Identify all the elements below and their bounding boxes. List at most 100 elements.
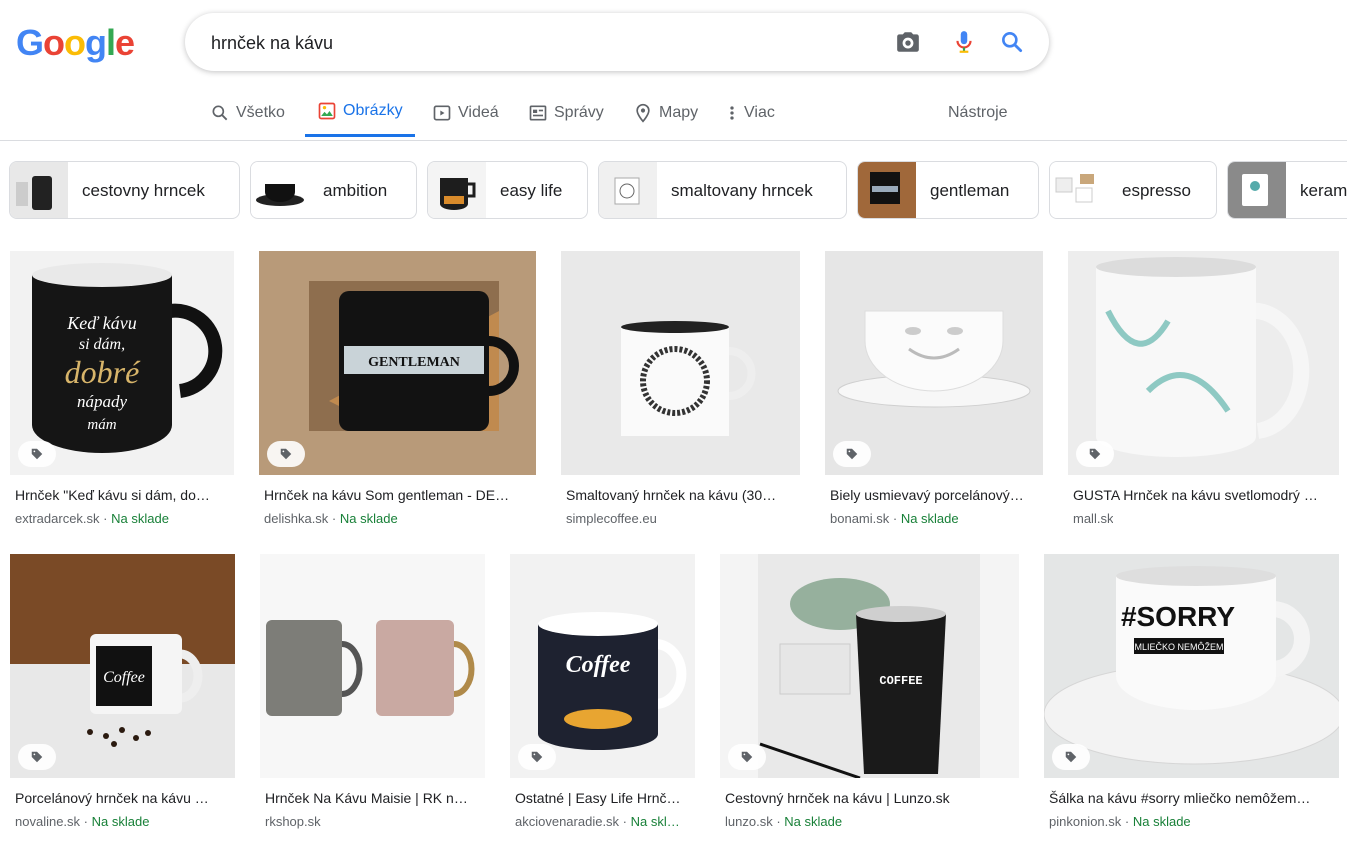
chip-easy-life[interactable]: easy life	[427, 161, 588, 219]
shopping-tag-icon	[1076, 441, 1114, 467]
search-tabs: Všetko Obrázky Videá Správy Mapy Viac Ná…	[0, 88, 1347, 141]
mug-text: dobré	[65, 354, 141, 390]
result-title[interactable]: Hrnček Na Kávu Maisie | RK n…	[265, 790, 481, 806]
logo-letter: G	[16, 22, 44, 63]
result-card[interactable]: GUSTA Hrnček na kávu svetlomodrý … mall.…	[1068, 251, 1340, 531]
tab-videos[interactable]: Videá	[432, 88, 499, 138]
tab-news[interactable]: Správy	[528, 88, 604, 138]
result-card[interactable]: Biely usmievavý porcelánový… bonami.sk ·…	[825, 251, 1045, 531]
tools-button[interactable]: Nástroje	[948, 88, 1008, 138]
mug-text: si dám,	[79, 336, 125, 353]
result-source: akciovenaradie.sk	[515, 814, 620, 829]
play-icon	[433, 105, 451, 121]
chip-keram[interactable]: keram	[1227, 161, 1347, 219]
mug-text: Keď kávu	[66, 313, 136, 333]
logo-letter: o	[43, 22, 65, 63]
result-title[interactable]: Šálka na kávu #sorry mliečko nemôžem…	[1049, 790, 1337, 806]
chip-label: easy life	[500, 181, 563, 200]
camera-icon[interactable]	[895, 29, 921, 55]
chip-label: gentleman	[930, 181, 1010, 200]
result-card[interactable]: Coffee Porcelánový hrnček na kávu … nova…	[10, 554, 236, 834]
result-meta: extradarcek.sk · Na sklade	[15, 511, 169, 526]
result-meta: mall.sk	[1073, 511, 1113, 526]
stock-status: Na sklade	[900, 511, 959, 526]
related-searches-chips: cestovny hrncek ambition easy life smalt…	[0, 161, 1347, 221]
search-icon[interactable]	[999, 29, 1025, 55]
tab-maps[interactable]: Mapy	[633, 88, 698, 138]
chip-thumbnail	[251, 162, 309, 218]
logo-letter: e	[115, 22, 135, 63]
tab-images[interactable]: Obrázky	[305, 88, 415, 137]
result-card[interactable]: Hrnček Na Kávu Maisie | RK n… rkshop.sk	[260, 554, 486, 834]
stock-status: Na sklade	[784, 814, 843, 829]
search-input[interactable]	[209, 27, 853, 59]
chip-thumbnail	[858, 162, 916, 218]
tab-more[interactable]: Viac	[726, 88, 775, 138]
result-card[interactable]: Coffee Ostatné | Easy Life Hrnč… akciove…	[510, 554, 696, 834]
result-image[interactable]	[260, 554, 485, 778]
result-meta: delishka.sk · Na sklade	[264, 511, 398, 526]
shopping-tag-icon	[18, 441, 56, 467]
result-image[interactable]	[1068, 251, 1339, 475]
chip-espresso[interactable]: espresso	[1049, 161, 1217, 219]
result-title[interactable]: Porcelánový hrnček na kávu …	[15, 790, 231, 806]
result-image[interactable]: #SORRY MLIEČKO NEMÔŽEM	[1044, 554, 1339, 778]
chip-label: cestovny hrncek	[82, 181, 205, 200]
chip-gentleman[interactable]: gentleman	[857, 161, 1039, 219]
tab-label: Správy	[554, 104, 604, 121]
chip-smaltovany-hrncek[interactable]: smaltovany hrncek	[598, 161, 847, 219]
microphone-icon[interactable]	[951, 29, 977, 55]
shopping-tag-icon	[1052, 744, 1090, 770]
result-image[interactable]	[561, 251, 800, 475]
tab-label: Obrázky	[343, 102, 403, 119]
result-card[interactable]: COFFEE Cestovný hrnček na kávu | Lunzo.s…	[720, 554, 1020, 834]
result-meta: akciovenaradie.sk · Na skl…	[515, 814, 695, 829]
map-pin-icon	[636, 103, 650, 123]
shopping-tag-icon	[267, 441, 305, 467]
result-source: extradarcek.sk	[15, 511, 100, 526]
news-icon	[529, 105, 547, 121]
result-card[interactable]: Keď kávu si dám, dobré nápady mám Hrnček…	[10, 251, 236, 531]
chip-label: espresso	[1122, 181, 1191, 200]
result-source: bonami.sk	[830, 511, 890, 526]
mug-text: Coffee	[103, 669, 145, 686]
result-meta: lunzo.sk · Na sklade	[725, 814, 842, 829]
result-title[interactable]: Hrnček "Keď kávu si dám, do…	[15, 487, 231, 503]
chip-cestovny-hrncek[interactable]: cestovny hrncek	[9, 161, 240, 219]
meta-separator: ·	[889, 511, 901, 526]
tools-label: Nástroje	[948, 104, 1008, 121]
tab-label: Videá	[458, 104, 499, 121]
result-title[interactable]: Hrnček na kávu Som gentleman - DE…	[264, 487, 532, 503]
result-meta: pinkonion.sk · Na sklade	[1049, 814, 1191, 829]
result-card[interactable]: GENTLEMAN Hrnček na kávu Som gentleman -…	[259, 251, 537, 531]
result-source: mall.sk	[1073, 511, 1114, 526]
chip-ambition[interactable]: ambition	[250, 161, 417, 219]
shopping-tag-icon	[518, 744, 556, 770]
mug-text: Coffee	[566, 652, 631, 678]
chip-label: keram	[1300, 181, 1347, 200]
mug-text: #SORRY	[1121, 601, 1235, 632]
result-card[interactable]: Smaltovaný hrnček na kávu (30… simplecof…	[561, 251, 801, 531]
result-image[interactable]: GENTLEMAN	[259, 251, 536, 475]
chip-thumbnail	[1228, 162, 1286, 218]
result-meta: novaline.sk · Na sklade	[15, 814, 149, 829]
shopping-tag-icon	[728, 744, 766, 770]
mug-text: nápady	[77, 392, 128, 411]
shopping-tag-icon	[833, 441, 871, 467]
chip-label: ambition	[323, 181, 388, 200]
result-image[interactable]: COFFEE	[720, 554, 1019, 778]
result-title[interactable]: Smaltovaný hrnček na kávu (30…	[566, 487, 798, 503]
result-title[interactable]: Biely usmievavý porcelánový…	[830, 487, 1042, 503]
result-title[interactable]: Cestovný hrnček na kávu | Lunzo.sk	[725, 790, 1015, 806]
logo-letter: l	[106, 22, 116, 63]
chip-thumbnail	[1050, 162, 1108, 218]
google-logo[interactable]: Google	[16, 22, 135, 64]
mug-text: mám	[87, 417, 116, 433]
result-title[interactable]: Ostatné | Easy Life Hrnč…	[515, 790, 695, 806]
stock-status: Na sklade	[111, 511, 169, 526]
logo-letter: g	[85, 22, 107, 63]
result-card[interactable]: #SORRY MLIEČKO NEMÔŽEM Šálka na kávu #so…	[1044, 554, 1340, 834]
result-title[interactable]: GUSTA Hrnček na kávu svetlomodrý …	[1073, 487, 1337, 503]
result-source: novaline.sk	[15, 814, 81, 829]
tab-all[interactable]: Všetko	[210, 88, 285, 138]
